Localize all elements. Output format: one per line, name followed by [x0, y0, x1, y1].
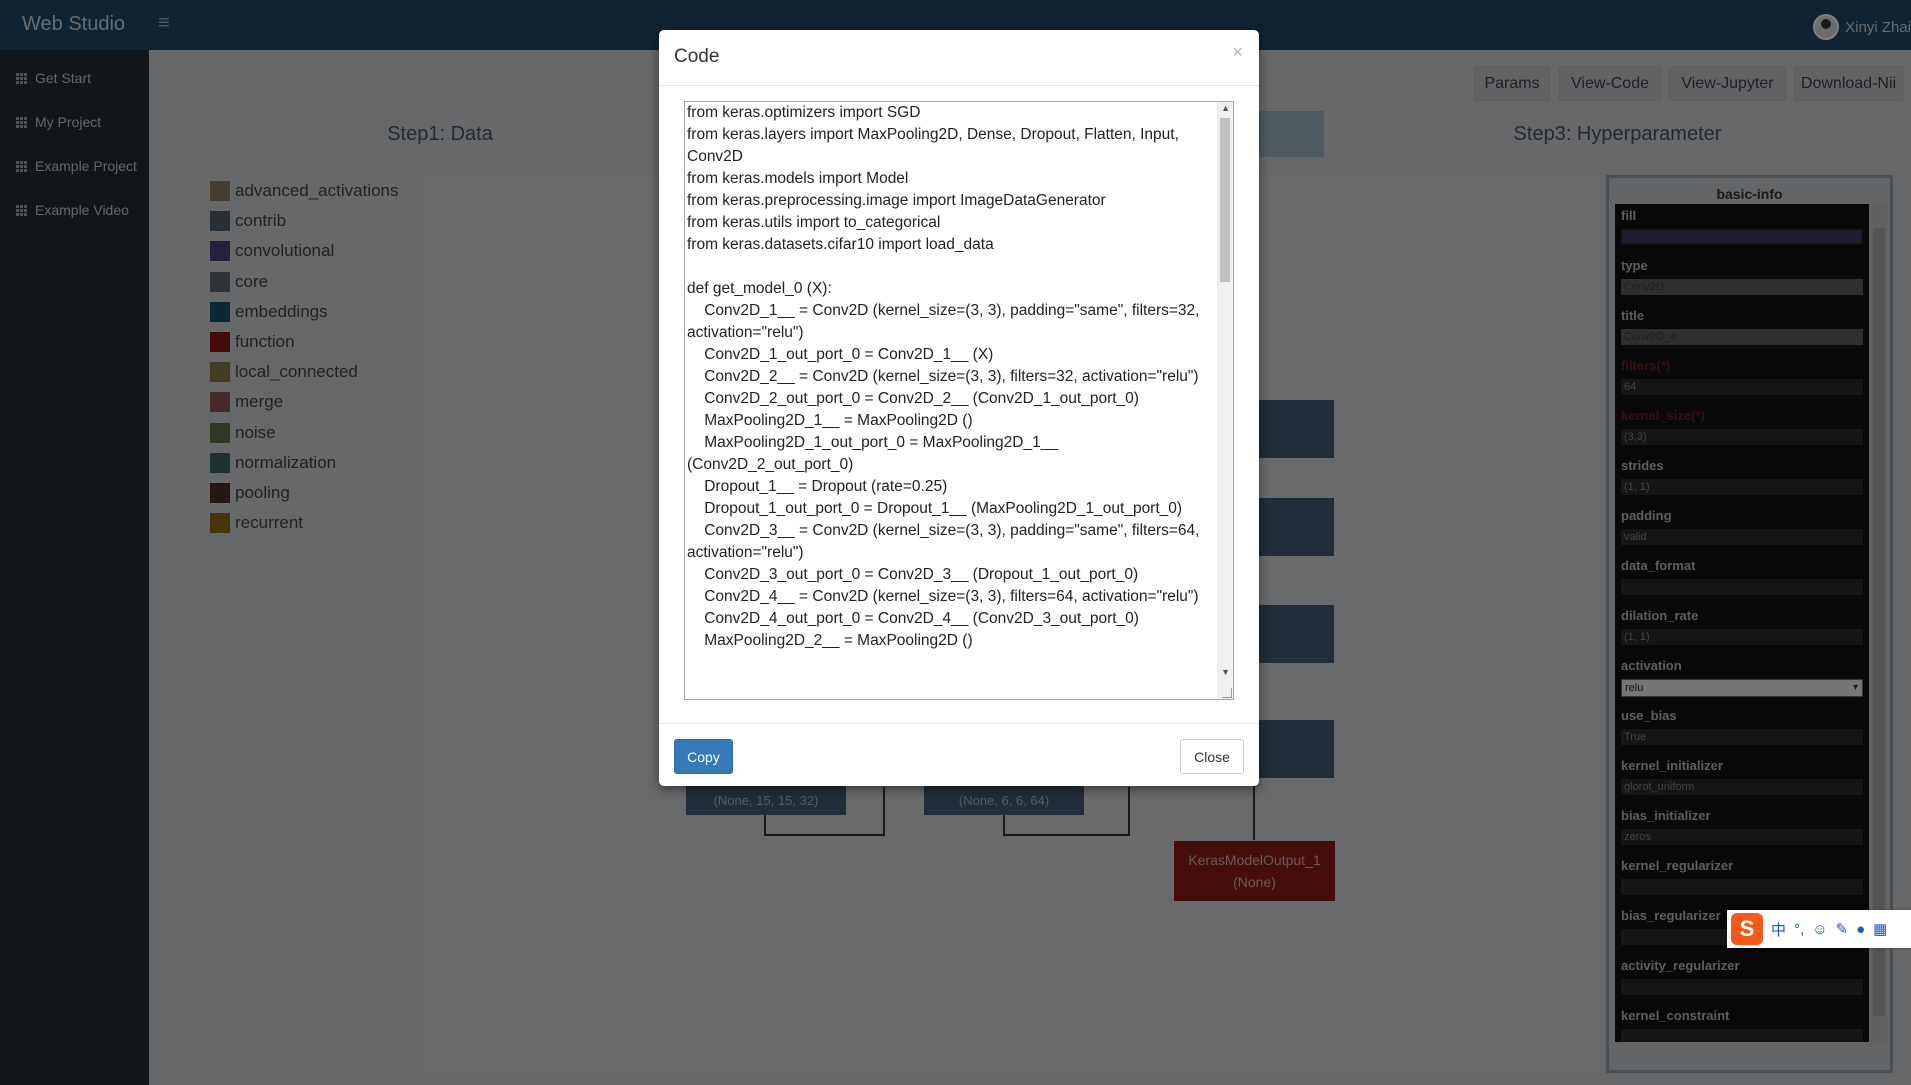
punctuation-icon[interactable]: °,	[1794, 921, 1804, 938]
resize-grip-icon[interactable]	[1222, 688, 1232, 698]
modal-title: Code	[674, 46, 720, 67]
ime-toolbar[interactable]: S 中 °, ☺ ✎ ● ▦	[1727, 910, 1911, 948]
ime-language-toggle[interactable]: 中	[1771, 919, 1786, 940]
code-content[interactable]: from keras.optimizers import SGD from ke…	[687, 102, 1207, 652]
code-textarea[interactable]: from keras.optimizers import SGD from ke…	[684, 101, 1234, 700]
code-scrollbar-thumb[interactable]	[1220, 118, 1230, 282]
emoji-icon[interactable]: ☺	[1812, 921, 1827, 938]
copy-button[interactable]: Copy	[674, 739, 733, 774]
code-modal: Code × from keras.optimizers import SGD …	[659, 30, 1259, 786]
scroll-up-icon[interactable]: ▲	[1221, 103, 1230, 113]
close-icon[interactable]: ×	[1232, 42, 1243, 63]
modal-footer: Copy Close	[659, 723, 1259, 786]
pen-icon[interactable]: ✎	[1836, 920, 1849, 938]
close-button[interactable]: Close	[1180, 739, 1244, 774]
microphone-icon[interactable]: ●	[1856, 921, 1865, 938]
modal-header: Code ×	[659, 30, 1259, 86]
scroll-down-icon[interactable]: ▼	[1221, 667, 1230, 677]
sogou-logo-icon[interactable]: S	[1731, 913, 1763, 945]
grid-icon[interactable]: ▦	[1873, 920, 1887, 938]
